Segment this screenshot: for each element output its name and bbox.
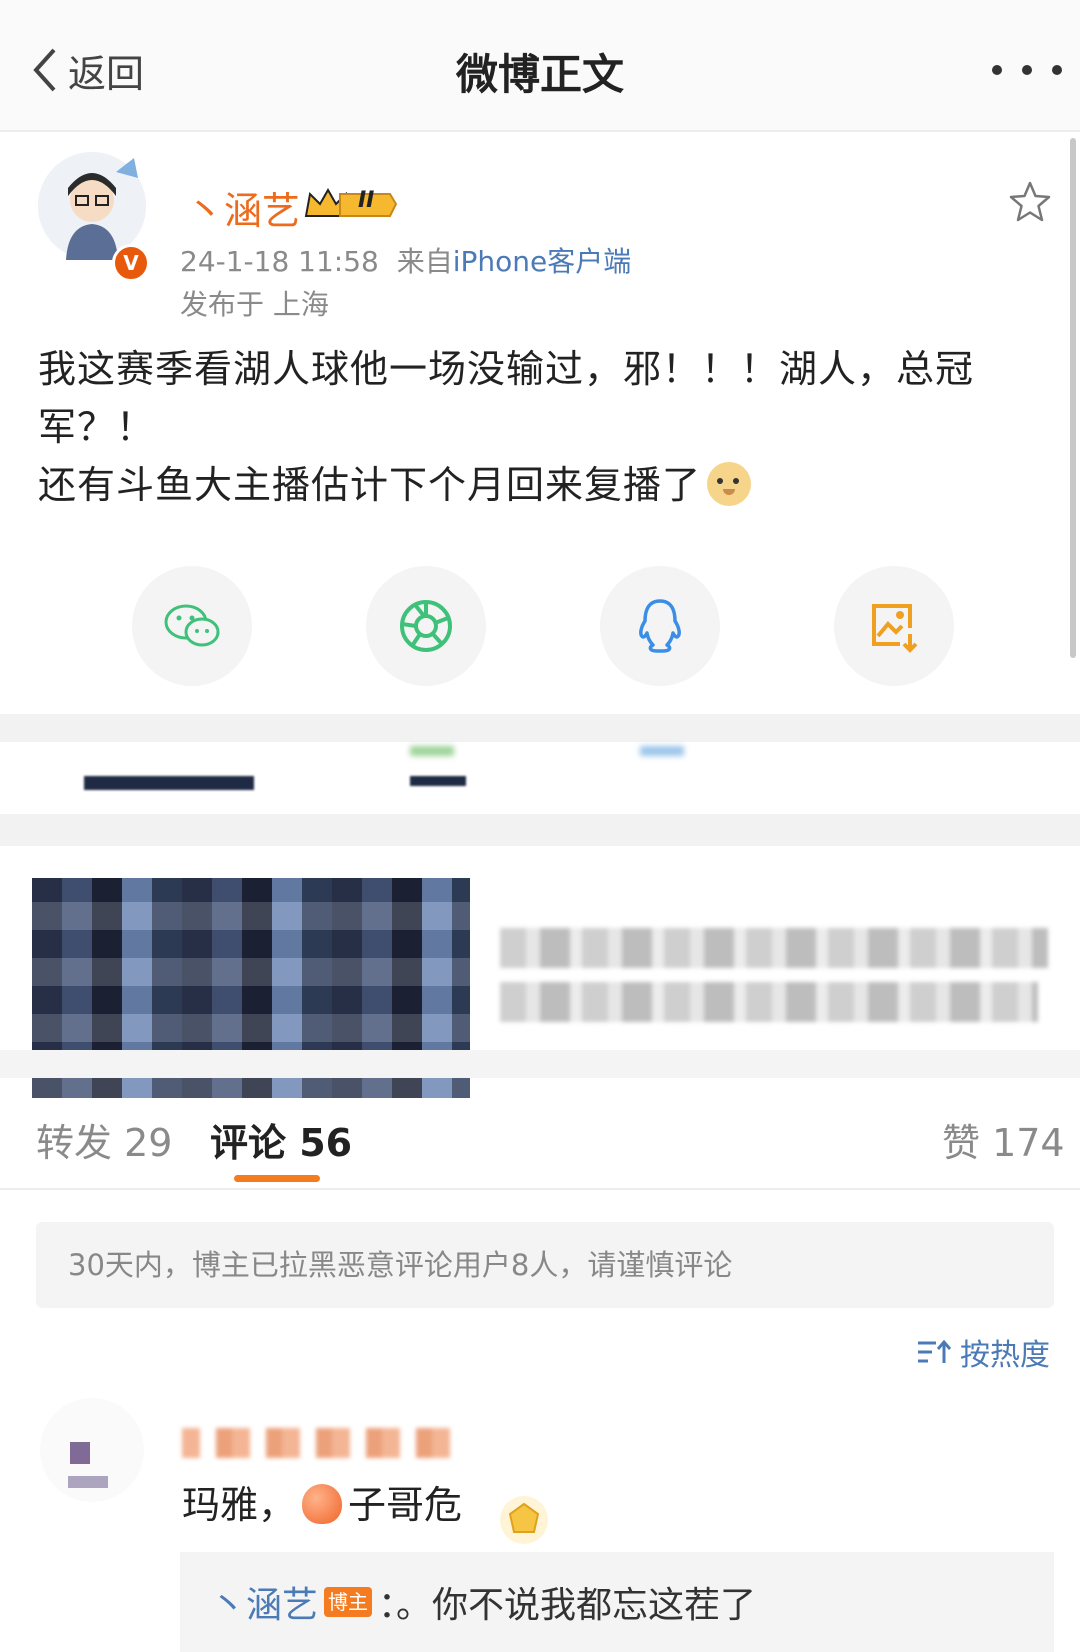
vip-level: II — [358, 188, 375, 213]
blurred-avatar-icon — [68, 1442, 108, 1488]
commenter-name-blurred[interactable] — [182, 1428, 462, 1458]
source-prefix: 来自 — [396, 245, 453, 278]
share-qq-button[interactable] — [600, 566, 720, 686]
tab-like[interactable]: 赞 174 — [942, 1112, 1065, 1167]
doge-emoji-icon — [707, 462, 752, 506]
more-options-button[interactable] — [992, 60, 1062, 80]
author-reply: 丶涵艺 博主 ：。你不说我都忘这茬了 — [210, 1576, 756, 1628]
wechat-icon — [164, 604, 220, 647]
post-meta: 24-1-18 11:58 来自iPhone客户端 — [180, 240, 631, 280]
sort-by-hot-button[interactable]: 按热度 — [916, 1330, 1050, 1374]
qq-icon — [639, 599, 681, 653]
section-divider — [0, 714, 1080, 742]
post-time: 24-1-18 11:58 — [180, 245, 379, 278]
fan-badge-icon — [500, 1496, 548, 1544]
tab-repost[interactable]: 转发 29 — [36, 1112, 172, 1167]
author-tag-badge: 博主 — [324, 1587, 373, 1617]
author-name[interactable]: 丶涵艺 — [186, 180, 300, 235]
tab-comment[interactable]: 评论 56 — [210, 1112, 352, 1167]
favorite-star-icon[interactable] — [1008, 180, 1052, 224]
share-moments-button[interactable] — [366, 566, 486, 686]
reply-author-name[interactable]: 丶涵艺 — [210, 1576, 318, 1628]
post-line-2-text: 还有斗鱼大主播估计下个月回来复播了 — [38, 463, 702, 507]
active-tab-indicator — [234, 1175, 320, 1182]
verified-badge-icon: V — [112, 244, 150, 282]
vip-crown-badge[interactable]: II — [304, 186, 400, 222]
commenter-avatar[interactable] — [40, 1398, 144, 1502]
comment-notice: 30天内，博主已拉黑恶意评论用户8人，请谨慎评论 — [36, 1222, 1054, 1308]
comment-text: 玛雅， 子哥危 — [182, 1474, 462, 1529]
section-divider — [0, 814, 1080, 846]
reply-text: ：。你不说我都忘这茬了 — [378, 1585, 757, 1626]
comment-text-before: 玛雅， — [182, 1483, 297, 1527]
post-line-1: 我这赛季看湖人球他一场没输过，邪！！！湖人，总冠军？！ — [38, 347, 975, 449]
save-image-button[interactable] — [834, 566, 954, 686]
tab-divider — [0, 1188, 1080, 1190]
comment-text-after: 子哥危 — [348, 1483, 463, 1527]
post-source[interactable]: iPhone客户端 — [453, 245, 632, 278]
chevron-left-icon — [33, 48, 56, 92]
blurred-text-line — [500, 982, 1038, 1022]
post-line-2: 还有斗鱼大主播估计下个月回来复播了 — [38, 456, 1048, 514]
crown-icon — [304, 187, 398, 217]
top-nav-bar — [0, 0, 1080, 132]
section-divider — [0, 1050, 1080, 1078]
blurred-text-line — [500, 928, 1048, 968]
save-image-icon — [872, 604, 918, 653]
back-label: 返回 — [68, 51, 145, 96]
post-location: 发布于 上海 — [180, 288, 329, 321]
sort-label: 按热度 — [960, 1338, 1050, 1373]
share-wechat-button[interactable] — [132, 566, 252, 686]
scrollbar[interactable] — [1070, 138, 1076, 658]
peach-emoji-icon — [302, 1484, 343, 1524]
post-content: 我这赛季看湖人球他一场没输过，邪！！！湖人，总冠军？！ 还有斗鱼大主播估计下个月… — [38, 340, 1048, 514]
blurred-strip — [0, 742, 1080, 814]
sort-icon — [918, 1339, 952, 1363]
moments-icon — [400, 600, 452, 652]
back-button[interactable]: 返回 — [30, 40, 144, 100]
